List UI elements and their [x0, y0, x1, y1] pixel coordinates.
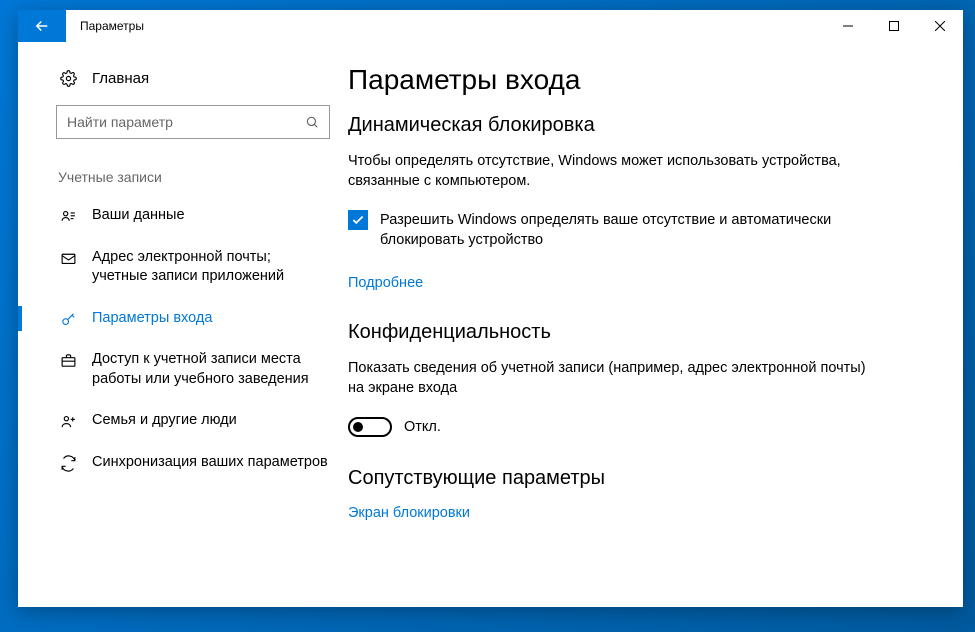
- key-icon: [58, 311, 78, 328]
- main-panel: Параметры входа Динамическая блокировка …: [348, 42, 963, 607]
- window-controls: [825, 10, 963, 42]
- sidebar-item-sync[interactable]: Синхронизация ваших параметров: [18, 442, 348, 484]
- toggle-knob: [353, 422, 363, 432]
- related-heading: Сопутствующие параметры: [348, 467, 927, 490]
- sidebar-item-label: Доступ к учетной записи места работы или…: [92, 350, 328, 389]
- titlebar: Параметры: [18, 10, 963, 42]
- search-icon: [295, 115, 329, 129]
- privacy-toggle[interactable]: [348, 417, 392, 437]
- mail-icon: [58, 250, 78, 267]
- close-button[interactable]: [917, 10, 963, 42]
- maximize-button[interactable]: [871, 10, 917, 42]
- sidebar-item-label: Семья и другие люди: [92, 411, 237, 431]
- dynamic-lock-desc: Чтобы определять отсутствие, Windows мож…: [348, 151, 868, 192]
- content-area: Главная Учетные записи Ваши данные Адрес…: [18, 42, 963, 607]
- back-button[interactable]: [18, 10, 66, 42]
- minimize-button[interactable]: [825, 10, 871, 42]
- sidebar-item-label: Синхронизация ваших параметров: [92, 453, 328, 473]
- privacy-toggle-label: Откл.: [404, 419, 441, 435]
- sidebar-item-label: Адрес электронной почты; учетные записи …: [92, 248, 328, 287]
- search-box[interactable]: [56, 105, 330, 139]
- dynamic-lock-checkbox-row: Разрешить Windows определять ваше отсутс…: [348, 210, 868, 251]
- sidebar-item-your-info[interactable]: Ваши данные: [18, 195, 348, 237]
- home-nav[interactable]: Главная: [18, 60, 348, 97]
- sidebar-item-label: Ваши данные: [92, 206, 185, 226]
- lock-screen-link[interactable]: Экран блокировки: [348, 505, 470, 521]
- people-add-icon: [58, 413, 78, 430]
- learn-more-link[interactable]: Подробнее: [348, 275, 423, 291]
- gear-icon: [58, 70, 78, 87]
- privacy-heading: Конфиденциальность: [348, 321, 927, 344]
- dynamic-lock-checkbox[interactable]: [348, 210, 368, 230]
- person-card-icon: [58, 208, 78, 225]
- briefcase-icon: [58, 352, 78, 369]
- page-title: Параметры входа: [348, 64, 927, 96]
- dynamic-lock-checkbox-label: Разрешить Windows определять ваше отсутс…: [380, 210, 868, 251]
- dynamic-lock-heading: Динамическая блокировка: [348, 114, 927, 137]
- privacy-desc: Показать сведения об учетной записи (нап…: [348, 358, 868, 399]
- privacy-toggle-row: Откл.: [348, 417, 927, 437]
- settings-window: Параметры Главная: [18, 10, 963, 607]
- home-label: Главная: [92, 70, 149, 87]
- sidebar-item-work-access[interactable]: Доступ к учетной записи места работы или…: [18, 339, 348, 400]
- search-container: [18, 97, 348, 163]
- search-input[interactable]: [57, 114, 295, 130]
- sync-icon: [58, 455, 78, 472]
- sidebar: Главная Учетные записи Ваши данные Адрес…: [18, 42, 348, 607]
- sidebar-item-signin-options[interactable]: Параметры входа: [18, 298, 348, 340]
- sidebar-item-email-accounts[interactable]: Адрес электронной почты; учетные записи …: [18, 237, 348, 298]
- window-title: Параметры: [66, 10, 158, 42]
- sidebar-item-family[interactable]: Семья и другие люди: [18, 400, 348, 442]
- sidebar-item-label: Параметры входа: [92, 309, 212, 329]
- section-header: Учетные записи: [18, 163, 348, 195]
